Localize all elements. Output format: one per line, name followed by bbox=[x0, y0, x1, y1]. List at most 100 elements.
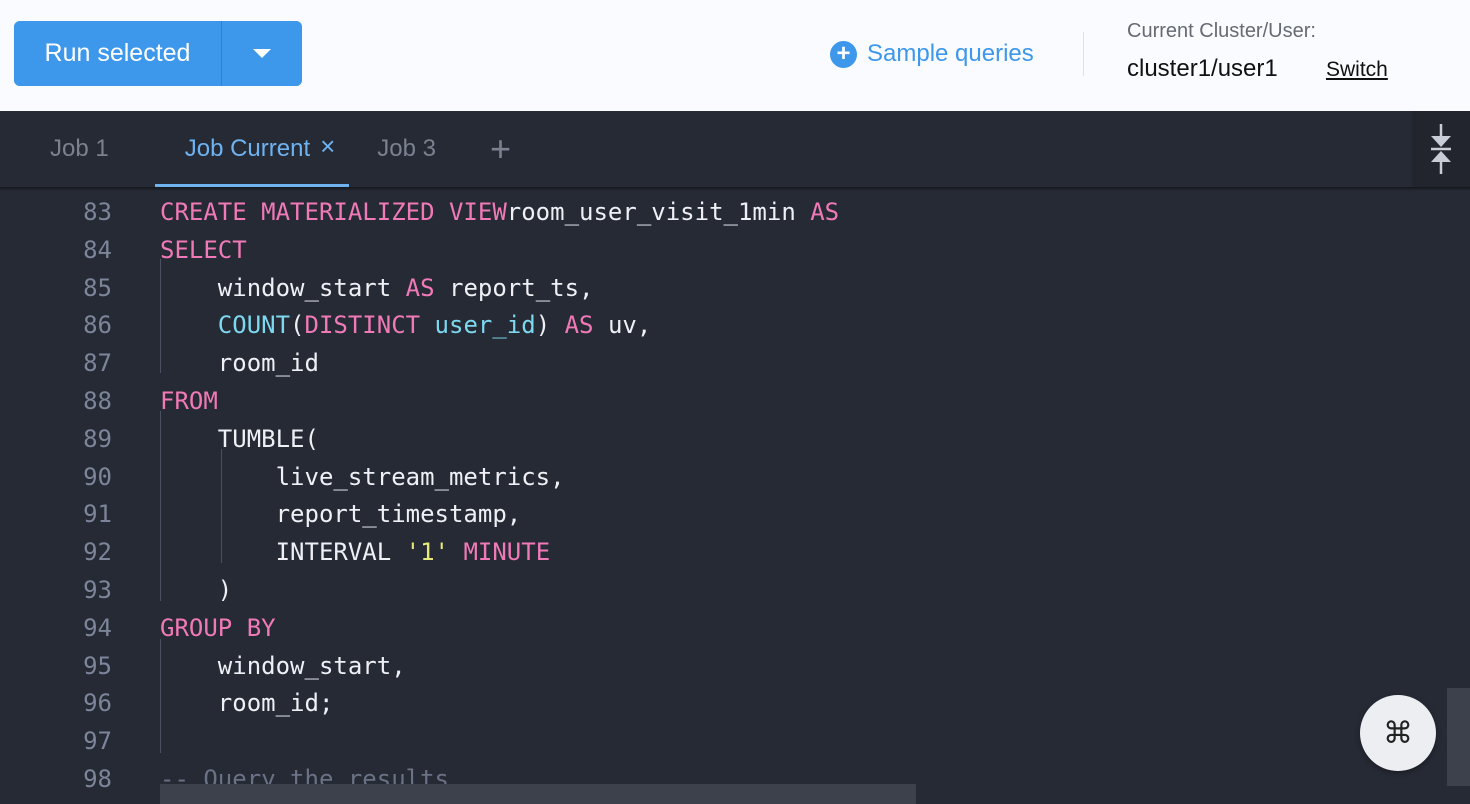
code-text: window_start, bbox=[160, 647, 406, 685]
code-token: GROUP BY bbox=[160, 613, 276, 642]
code-line[interactable]: 89 TUMBLE( bbox=[0, 420, 1440, 458]
code-line[interactable]: 93 ) bbox=[0, 571, 1440, 609]
line-number: 98 bbox=[83, 765, 112, 793]
code-token: AS bbox=[405, 273, 435, 302]
code-token: SELECT bbox=[160, 235, 247, 264]
run-button-group: Run selected bbox=[14, 21, 302, 86]
cluster-user-value: cluster1/user1 bbox=[1127, 55, 1278, 82]
code-line[interactable]: 96 room_id; bbox=[0, 684, 1440, 722]
line-number: 87 bbox=[83, 349, 112, 378]
line-number: 92 bbox=[83, 538, 112, 567]
toolbar-divider bbox=[1083, 32, 1084, 76]
line-number: 86 bbox=[83, 311, 112, 340]
code-token: COUNT bbox=[160, 311, 291, 340]
line-number: 95 bbox=[83, 651, 112, 680]
code-token: ( bbox=[290, 311, 305, 340]
code-token: live_stream_metrics, bbox=[160, 462, 565, 491]
code-text: room_id; bbox=[160, 684, 334, 722]
code-token: window_start bbox=[160, 273, 406, 302]
code-text: GROUP BY bbox=[160, 609, 276, 647]
code-token: AS bbox=[564, 311, 594, 340]
job-tab-bar: Job 1 Job Current × Job 3 + bbox=[20, 111, 1412, 187]
command-key-icon: ⌘ bbox=[1383, 716, 1413, 750]
code-token: ) bbox=[535, 311, 565, 340]
tab-job-3[interactable]: Job 3 bbox=[349, 111, 464, 187]
sample-queries-label: Sample queries bbox=[867, 40, 1034, 67]
line-number: 96 bbox=[83, 689, 112, 718]
code-token: room_id bbox=[160, 349, 319, 378]
top-toolbar: Run selected + Sample queries Current Cl… bbox=[0, 0, 1470, 111]
line-number: 93 bbox=[83, 576, 112, 604]
code-text: live_stream_metrics, bbox=[160, 458, 565, 496]
code-text: room_id bbox=[160, 344, 319, 382]
code-token: '1' bbox=[405, 538, 449, 567]
code-line[interactable]: 90 live_stream_metrics, bbox=[0, 458, 1440, 496]
line-number: 88 bbox=[83, 387, 112, 415]
code-token: user_id bbox=[434, 311, 536, 340]
tab-label: Job 3 bbox=[377, 135, 437, 162]
tab-job-current[interactable]: Job Current × bbox=[154, 111, 350, 187]
run-options-dropdown-button[interactable] bbox=[222, 21, 302, 86]
add-tab-icon[interactable]: + bbox=[464, 111, 537, 187]
code-token: CREATE MATERIALIZED VIEW bbox=[160, 198, 507, 226]
code-token: window_start, bbox=[160, 651, 406, 680]
line-number: 94 bbox=[83, 613, 112, 642]
code-token: DISTINCT bbox=[304, 311, 421, 340]
code-token: AS bbox=[810, 198, 840, 226]
plus-circle-icon: + bbox=[830, 40, 857, 68]
cluster-user-label: Current Cluster/User: bbox=[1127, 20, 1316, 42]
code-text: SELECT bbox=[160, 231, 247, 269]
code-text: INTERVAL '1' MINUTE bbox=[160, 533, 551, 571]
code-line[interactable]: 97 bbox=[0, 722, 1440, 760]
collapse-arrows-icon bbox=[1431, 124, 1451, 174]
tab-label: Job Current bbox=[184, 135, 311, 162]
line-number: 83 bbox=[83, 198, 112, 226]
code-text: FROM bbox=[160, 382, 218, 420]
horizontal-scrollbar[interactable] bbox=[160, 784, 916, 804]
code-text: COUNT(DISTINCT user_id) AS uv, bbox=[160, 306, 652, 344]
sql-code-editor[interactable]: 83 CREATE MATERIALIZED VIEWroom_user_visi… bbox=[0, 191, 1470, 804]
line-number: 84 bbox=[83, 235, 112, 264]
line-number: 89 bbox=[83, 424, 112, 453]
code-text: window_start AS report_ts, bbox=[160, 269, 594, 307]
sample-queries-link[interactable]: + Sample queries bbox=[830, 38, 1034, 70]
code-line[interactable]: 84 SELECT bbox=[0, 231, 1440, 269]
code-token: room_id; bbox=[160, 689, 334, 718]
code-line[interactable]: 88 FROM bbox=[0, 382, 1440, 420]
collapse-editor-button[interactable] bbox=[1412, 111, 1470, 187]
code-token: TUMBLE( bbox=[160, 424, 319, 453]
run-selected-button[interactable]: Run selected bbox=[14, 21, 222, 86]
close-icon[interactable]: × bbox=[320, 131, 335, 162]
code-text: CREATE MATERIALIZED VIEWroom_user_visit_… bbox=[160, 193, 839, 231]
line-number: 97 bbox=[83, 727, 112, 756]
code-token: report_timestamp, bbox=[160, 500, 522, 529]
code-line[interactable]: 83 CREATE MATERIALIZED VIEWroom_user_visi… bbox=[0, 193, 1440, 231]
code-token: INTERVAL bbox=[160, 538, 406, 567]
tab-label: Job 1 bbox=[50, 135, 109, 162]
switch-cluster-link[interactable]: Switch bbox=[1326, 58, 1388, 82]
caret-down-icon bbox=[253, 49, 271, 58]
line-number: 85 bbox=[83, 273, 112, 302]
code-token: ) bbox=[160, 576, 233, 604]
line-number: 91 bbox=[83, 500, 112, 529]
code-line[interactable]: 92 INTERVAL '1' MINUTE bbox=[0, 533, 1440, 571]
code-token: MINUTE bbox=[463, 538, 551, 567]
code-token: FROM bbox=[160, 387, 218, 415]
vertical-scrollbar[interactable] bbox=[1447, 688, 1470, 786]
command-palette-button[interactable]: ⌘ bbox=[1360, 695, 1436, 771]
code-line[interactable]: 86 COUNT(DISTINCT user_id) AS uv, bbox=[0, 306, 1440, 344]
code-token: report_ts, bbox=[434, 273, 594, 302]
code-token: uv, bbox=[593, 311, 652, 340]
code-line[interactable]: 95 window_start, bbox=[0, 647, 1440, 685]
code-text: TUMBLE( bbox=[160, 420, 319, 458]
code-text: ) bbox=[160, 571, 232, 609]
code-line[interactable]: 91 report_timestamp, bbox=[0, 495, 1440, 533]
tab-job-1[interactable]: Job 1 bbox=[20, 111, 155, 187]
code-line[interactable]: 87 room_id bbox=[0, 344, 1440, 382]
code-text: report_timestamp, bbox=[160, 495, 522, 533]
code-line[interactable]: 94 GROUP BY bbox=[0, 609, 1440, 647]
code-line[interactable]: 85 window_start AS report_ts, bbox=[0, 269, 1440, 307]
line-number: 90 bbox=[83, 462, 112, 491]
